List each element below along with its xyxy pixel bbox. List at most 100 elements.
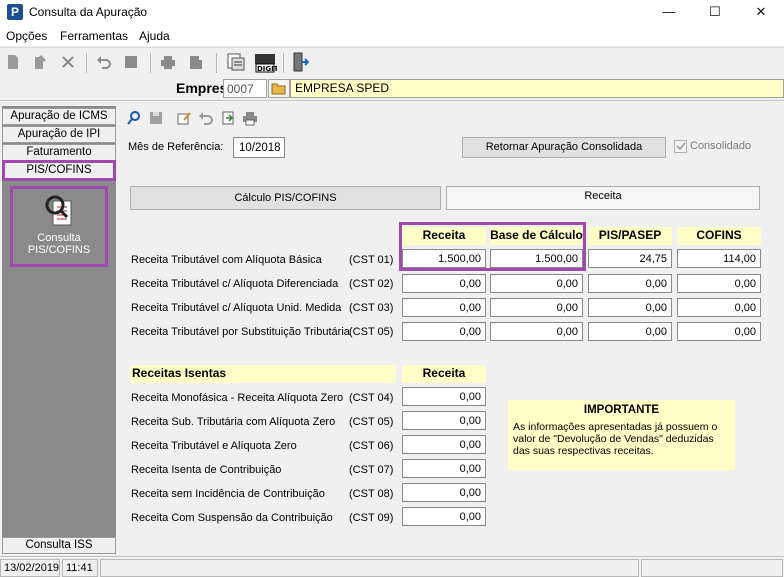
edit-icon[interactable] (176, 110, 192, 126)
menu-options[interactable]: Opções (6, 29, 47, 43)
sidebar-tab-icms[interactable]: Apuração de ICMS (2, 108, 116, 125)
isenta-row-label: Receita sem Incidência de Contribuição (131, 488, 325, 500)
isenta-receita-field[interactable]: 0,00 (402, 483, 486, 502)
isenta-row-cst: (CST 09) (349, 512, 394, 524)
cofins-field[interactable]: 114,00 (677, 249, 761, 268)
export-icon[interactable] (220, 110, 236, 126)
tab-receita[interactable]: Receita (446, 186, 760, 210)
toolbar-separator (216, 53, 217, 73)
undo-icon[interactable] (96, 54, 112, 70)
col-header-receita: Receita (402, 227, 486, 245)
sidebar-tab-ipi[interactable]: Apuração de IPI (2, 126, 116, 143)
receita-field[interactable]: 0,00 (402, 322, 486, 341)
consulta-label-line2: PIS/COFINS (27, 244, 91, 256)
stop-icon[interactable] (123, 54, 139, 70)
consulta-label: Consulta PIS/COFINS (13, 232, 105, 256)
digital-icon[interactable]: DIGITAL (253, 52, 277, 74)
pis-field[interactable]: 0,00 (588, 298, 672, 317)
retornar-apuracao-button[interactable]: Retornar Apuração Consolidada (462, 137, 666, 158)
retornar-apuracao-label: Retornar Apuração Consolidada (485, 141, 643, 153)
importante-text: As informações apresentadas já possuem o… (513, 421, 718, 457)
col-header-pis-pasep: PIS/PASEP (588, 227, 672, 245)
new-document-icon[interactable] (5, 54, 21, 70)
isenta-receita-field[interactable]: 0,00 (402, 411, 486, 430)
isenta-row-label: Receita Monofásica - Receita Alíquota Ze… (131, 392, 344, 404)
sidebar-tab-consulta-iss[interactable]: Consulta ISS (2, 537, 116, 554)
consolidado-label: Consolidado (690, 140, 752, 152)
delete-icon[interactable] (60, 54, 76, 70)
status-message (100, 559, 639, 577)
isenta-row-label: Receita Isenta de Contribuição (131, 464, 282, 476)
pis-field[interactable]: 24,75 (588, 249, 672, 268)
isenta-row-cst: (CST 08) (349, 488, 394, 500)
print-icon[interactable] (242, 110, 258, 126)
empresa-code-field[interactable]: 0007 (223, 79, 267, 98)
status-bar: 13/02/2019 11:41 (0, 556, 784, 577)
receita-field[interactable]: 0,00 (402, 298, 486, 317)
close-button[interactable]: ✕ (738, 0, 784, 26)
cofins-field[interactable]: 0,00 (677, 298, 761, 317)
base-calculo-field[interactable]: 0,00 (490, 298, 583, 317)
row-label: Receita Tributável c/ Alíquota Unid. Med… (131, 302, 342, 314)
base-calculo-field[interactable]: 0,00 (490, 322, 583, 341)
isenta-row-label: Receita Sub. Tributária com Alíquota Zer… (131, 416, 336, 428)
importante-note: IMPORTANTE As informações apresentadas j… (508, 400, 735, 470)
consulta-pis-cofins-button[interactable]: Consulta PIS/COFINS (10, 186, 108, 267)
receita-field[interactable]: 0,00 (402, 274, 486, 293)
isenta-row-cst: (CST 04) (349, 392, 394, 404)
isenta-receita-field[interactable]: 0,00 (402, 435, 486, 454)
isenta-row-cst: (CST 05) (349, 416, 394, 428)
consulta-label-line1: Consulta (37, 232, 81, 244)
edit-document-icon[interactable] (32, 54, 48, 70)
isenta-receita-field[interactable]: 0,00 (402, 459, 486, 478)
window-title: Consulta da Apuração (29, 5, 148, 19)
menu-tools[interactable]: Ferramentas (60, 29, 128, 43)
base-calculo-field[interactable]: 0,00 (490, 274, 583, 293)
sidebar-tab-pis-cofins[interactable]: PIS/COFINS (2, 160, 116, 181)
isentas-col-header-receita: Receita (402, 365, 486, 383)
open-folder-button[interactable] (268, 79, 290, 98)
company-bar: Empresa 0007 EMPRESA SPED (0, 77, 784, 101)
exit-door-icon[interactable] (291, 51, 309, 73)
sidebar-tab-faturamento[interactable]: Faturamento (2, 144, 116, 161)
main-toolbar: DIGITAL (0, 47, 784, 77)
status-date: 13/02/2019 (0, 559, 60, 577)
menu-help[interactable]: Ajuda (139, 29, 170, 43)
importante-title: IMPORTANTE (583, 404, 660, 416)
isenta-receita-field[interactable]: 0,00 (402, 387, 486, 406)
tab-calculo-pis-cofins[interactable]: Cálculo PIS/COFINS (130, 186, 441, 210)
maximize-button[interactable]: ☐ (692, 0, 738, 26)
isenta-row-label: Receita Com Suspensão da Contribuição (131, 512, 333, 524)
col-header-base-calculo: Base de Cálculo (490, 227, 583, 245)
checkmark-icon (676, 142, 686, 151)
cofins-field[interactable]: 0,00 (677, 322, 761, 341)
base-calculo-field[interactable]: 1.500,00 (490, 249, 583, 268)
mes-referencia-label: Mês de Referência: (128, 141, 224, 153)
isenta-row-cst: (CST 07) (349, 464, 394, 476)
print-preview-icon[interactable] (188, 54, 204, 70)
report-icon[interactable] (226, 52, 246, 72)
pis-field[interactable]: 0,00 (588, 322, 672, 341)
menu-bar: Opções Ferramentas Ajuda (0, 26, 784, 46)
empresa-name-field: EMPRESA SPED (290, 79, 784, 98)
isenta-row-cst: (CST 06) (349, 440, 394, 452)
minimize-button[interactable]: — (646, 0, 692, 26)
print-icon[interactable] (160, 54, 176, 70)
consolidado-checkbox[interactable] (674, 140, 687, 153)
search-icon[interactable] (126, 110, 142, 126)
mes-referencia-field[interactable]: 10/2018 (233, 137, 285, 158)
pis-field[interactable]: 0,00 (588, 274, 672, 293)
toolbar-separator (150, 53, 151, 73)
undo-icon[interactable] (198, 110, 214, 126)
row-cst: (CST 05) (349, 326, 394, 338)
receita-field[interactable]: 1.500,00 (402, 249, 486, 268)
svg-text:DIGITAL: DIGITAL (257, 65, 277, 73)
col-header-cofins: COFINS (677, 227, 761, 245)
isenta-receita-field[interactable]: 0,00 (402, 507, 486, 526)
cofins-field[interactable]: 0,00 (677, 274, 761, 293)
magnifier-report-icon (45, 195, 72, 226)
save-icon[interactable] (148, 110, 164, 126)
toolbar-separator (283, 53, 284, 73)
row-cst: (CST 03) (349, 302, 394, 314)
status-extra (641, 559, 783, 577)
